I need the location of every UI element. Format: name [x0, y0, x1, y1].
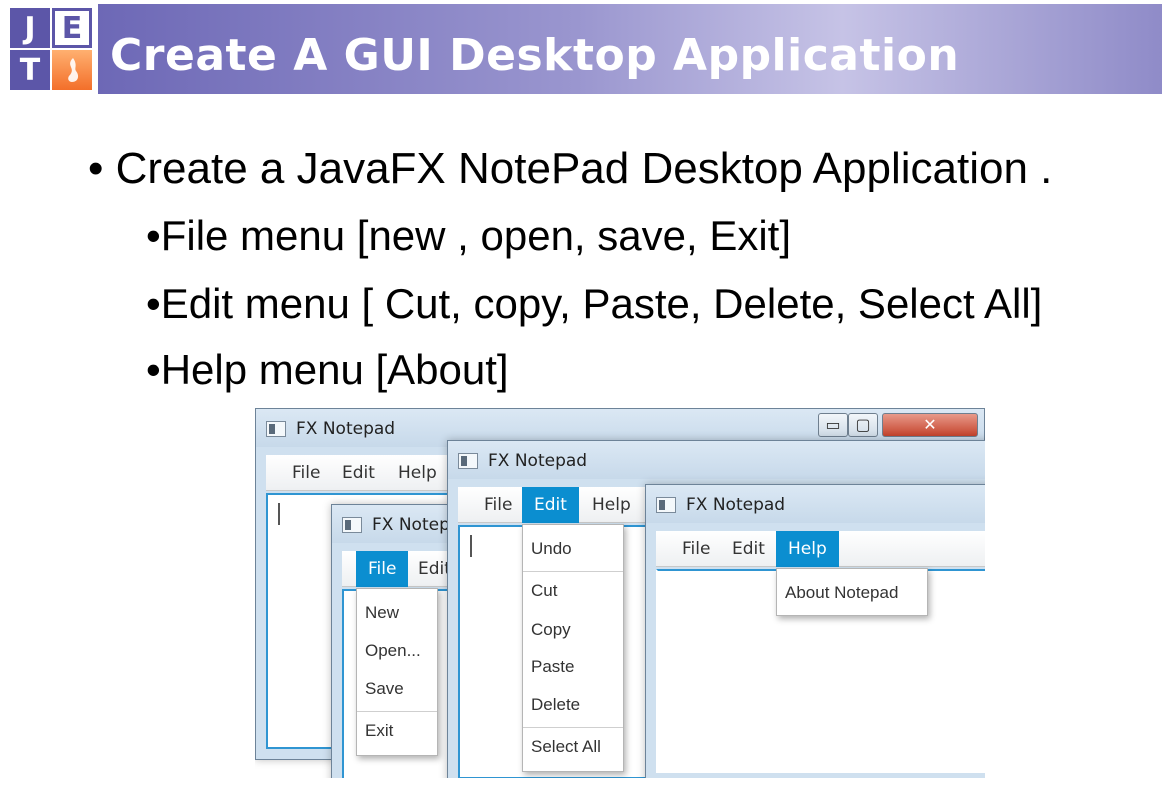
- notepad-screenshot: FX Notepad ▭ ▢ ✕ File Edit Help FX Notep…: [255, 408, 985, 778]
- window-title: FX Notepad: [488, 451, 588, 471]
- menu-separator: [523, 727, 623, 728]
- menu-item-open[interactable]: Open...: [365, 641, 421, 661]
- app-icon: [458, 453, 478, 469]
- window-title: FX Notepad: [296, 419, 396, 439]
- menu-item-exit[interactable]: Exit: [365, 721, 393, 741]
- close-icon: ✕: [923, 415, 937, 434]
- title-bar: FX Notepad: [646, 485, 985, 523]
- text-caret: [278, 503, 280, 525]
- bullet-file-menu: •File menu [new , open, save, Exit]: [146, 212, 792, 259]
- notepad-window-4: FX Notepad File Edit Help: [645, 484, 985, 778]
- edit-menu-popup: Undo Cut Copy Paste Delete Select All: [522, 524, 624, 772]
- bullet-main: • Create a JavaFX NotePad Desktop Applic…: [88, 144, 1053, 193]
- slide-title: Create A GUI Desktop Application: [110, 30, 960, 81]
- menu-file[interactable]: File: [472, 487, 524, 523]
- menu-help[interactable]: Help: [776, 531, 839, 567]
- app-icon: [342, 517, 362, 533]
- help-menu-popup: About Notepad: [776, 568, 928, 616]
- bullet-edit-menu: •Edit menu [ Cut, copy, Paste, Delete, S…: [146, 280, 1043, 327]
- logo-letter-j: J: [10, 8, 50, 48]
- menu-edit[interactable]: Edit: [522, 487, 579, 523]
- maximize-icon: ▢: [855, 415, 871, 434]
- menu-item-undo[interactable]: Undo: [531, 539, 572, 559]
- bullet-help-menu: •Help menu [About]: [146, 346, 509, 393]
- jet-logo: J E T: [10, 8, 94, 92]
- menu-edit[interactable]: Edit: [330, 455, 387, 491]
- menu-separator: [523, 571, 623, 572]
- app-icon: [266, 421, 286, 437]
- menu-item-copy[interactable]: Copy: [531, 620, 571, 640]
- menu-item-about[interactable]: About Notepad: [785, 583, 898, 603]
- menu-help[interactable]: Help: [386, 455, 449, 491]
- logo-letter-t: T: [10, 50, 50, 90]
- menu-file[interactable]: File: [670, 531, 722, 567]
- menu-file[interactable]: File: [356, 551, 409, 587]
- logo-letter-e: E: [52, 8, 92, 48]
- menu-item-select-all[interactable]: Select All: [531, 737, 601, 757]
- menu-item-new[interactable]: New: [365, 603, 399, 623]
- menu-item-cut[interactable]: Cut: [531, 581, 557, 601]
- close-button[interactable]: ✕: [882, 413, 978, 437]
- title-banner: Create A GUI Desktop Application: [98, 4, 1162, 94]
- menu-file[interactable]: File: [280, 455, 332, 491]
- menu-item-delete[interactable]: Delete: [531, 695, 580, 715]
- text-caret: [470, 535, 472, 557]
- app-icon: [656, 497, 676, 513]
- menu-edit[interactable]: Edit: [720, 531, 777, 567]
- menu-item-paste[interactable]: Paste: [531, 657, 574, 677]
- title-bar: FX Notepad: [448, 441, 985, 479]
- menu-help[interactable]: Help: [580, 487, 643, 523]
- menu-item-save[interactable]: Save: [365, 679, 404, 699]
- flame-icon: [52, 50, 92, 90]
- file-menu-popup: New Open... Save Exit: [356, 588, 438, 756]
- minimize-icon: ▭: [825, 415, 841, 434]
- window-title: FX Notepad: [686, 495, 786, 515]
- menu-bar: File Edit Help: [656, 531, 985, 567]
- maximize-button[interactable]: ▢: [848, 413, 878, 437]
- minimize-button[interactable]: ▭: [818, 413, 848, 437]
- menu-separator: [357, 711, 437, 712]
